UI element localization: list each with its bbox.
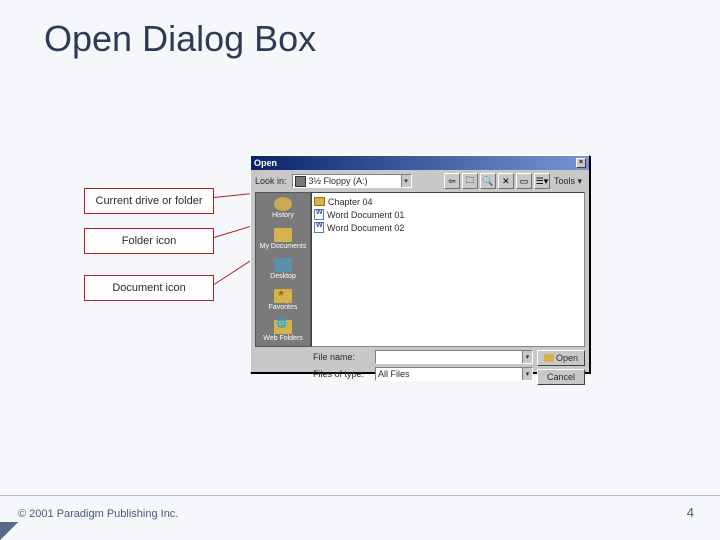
favorites-icon <box>274 289 292 303</box>
callout-current-drive: Current drive or folder <box>84 188 214 214</box>
up-button[interactable]: 🗀 <box>462 173 478 189</box>
filetype-select[interactable]: All Files ▾ <box>375 367 533 381</box>
document-icon <box>314 209 324 220</box>
list-item[interactable]: Chapter 04 <box>314 195 582 208</box>
close-icon[interactable]: × <box>576 158 586 168</box>
folder-icon <box>274 228 292 242</box>
cancel-button[interactable]: Cancel <box>537 369 585 385</box>
dialog-titlebar: Open × <box>251 156 589 170</box>
floppy-icon <box>295 176 306 187</box>
page-number: 4 <box>687 505 694 520</box>
callout-document-icon: Document icon <box>84 275 214 301</box>
desktop-icon <box>274 258 292 272</box>
lookin-value: 3½ Floppy (A:) <box>309 176 368 186</box>
chevron-down-icon[interactable]: ▾ <box>401 175 411 187</box>
chevron-down-icon[interactable]: ▾ <box>522 351 532 363</box>
chevron-down-icon[interactable]: ▾ <box>522 368 532 380</box>
delete-button[interactable]: ✕ <box>498 173 514 189</box>
filename-input[interactable]: ▾ <box>375 350 533 364</box>
place-favorites[interactable]: Favorites <box>256 285 310 316</box>
lookin-label: Look in: <box>255 176 290 186</box>
lookin-dropdown[interactable]: 3½ Floppy (A:) ▾ <box>292 174 412 188</box>
places-bar: History My Documents Desktop Favorites W… <box>255 192 311 347</box>
filetype-label: Files of type: <box>313 369 371 379</box>
back-button[interactable]: ⇦ <box>444 173 460 189</box>
open-icon <box>544 354 554 362</box>
history-icon <box>274 197 292 211</box>
views-button[interactable]: ☰▾ <box>534 173 550 189</box>
webfolders-icon <box>274 320 292 334</box>
dialog-title: Open <box>254 158 277 168</box>
search-button[interactable]: 🔍 <box>480 173 496 189</box>
place-desktop[interactable]: Desktop <box>256 254 310 285</box>
place-webfolders[interactable]: Web Folders <box>256 315 310 346</box>
footer-copyright: © 2001 Paradigm Publishing Inc. <box>18 508 178 520</box>
place-history[interactable]: History <box>256 193 310 224</box>
newfolder-button[interactable]: ▭ <box>516 173 532 189</box>
list-item[interactable]: Word Document 02 <box>314 221 582 234</box>
lookin-toolbar: Look in: 3½ Floppy (A:) ▾ ⇦ 🗀 🔍 ✕ ▭ ☰▾ T… <box>251 170 589 192</box>
file-list[interactable]: Chapter 04 Word Document 01 Word Documen… <box>311 192 585 347</box>
callout-folder-icon: Folder icon <box>84 228 214 254</box>
open-button[interactable]: Open <box>537 350 585 366</box>
corner-decoration <box>0 522 18 540</box>
open-dialog: Open × Look in: 3½ Floppy (A:) ▾ ⇦ 🗀 🔍 ✕… <box>250 155 590 373</box>
tools-menu[interactable]: Tools ▾ <box>552 176 585 187</box>
filename-label: File name: <box>313 352 371 362</box>
list-item[interactable]: Word Document 01 <box>314 208 582 221</box>
place-mydocuments[interactable]: My Documents <box>256 224 310 255</box>
folder-icon <box>314 197 325 206</box>
divider <box>0 495 720 496</box>
page-title: Open Dialog Box <box>44 18 316 60</box>
document-icon <box>314 222 324 233</box>
